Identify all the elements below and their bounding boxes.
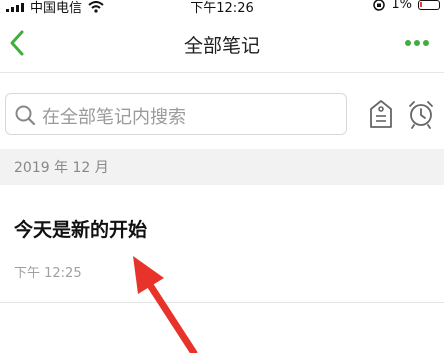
reminder-button[interactable] [406, 99, 436, 129]
search-input[interactable]: 在全部笔记内搜索 [5, 93, 347, 135]
more-button[interactable] [404, 35, 430, 51]
navigation-bar: 全部笔记 [0, 18, 444, 70]
search-icon [15, 105, 36, 126]
date-section-header: 2019 年 12 月 [0, 149, 444, 185]
search-placeholder: 在全部笔记内搜索 [42, 107, 186, 128]
page-title: 全部笔记 [183, 35, 260, 57]
note-title: 今天是新的开始 [14, 219, 148, 241]
tag-icon [370, 100, 392, 128]
orientation-lock-icon [373, 0, 386, 11]
alarm-clock-icon [409, 101, 433, 129]
status-bar: 中国电信 下午12:26 1% [0, 0, 444, 18]
battery-percent: 1% [391, 0, 412, 12]
more-dots-icon [405, 40, 429, 46]
tag-button[interactable] [368, 99, 394, 129]
battery-icon [418, 0, 440, 10]
note-list-item[interactable]: 今天是新的开始 下午 12:25 [0, 185, 444, 302]
status-right: 1% [373, 0, 440, 12]
header-divider [0, 72, 444, 73]
list-divider [0, 302, 444, 303]
section-date-label: 2019 年 12 月 [14, 160, 109, 176]
note-time: 下午 12:25 [14, 266, 82, 281]
